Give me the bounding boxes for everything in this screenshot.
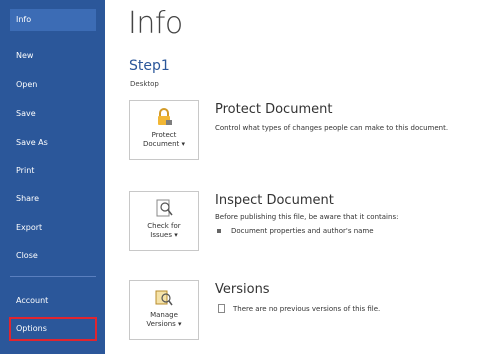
sidebar-divider	[10, 276, 96, 277]
inspect-bullet-text: Document properties and author's name	[231, 227, 374, 235]
sidebar-item-info[interactable]: Info	[10, 9, 96, 31]
check-for-issues-button[interactable]: Check for Issues ▾	[129, 191, 199, 251]
backstage-sidebar: Info New Open Save Save As Print Share E…	[0, 0, 105, 354]
document-name: Step1	[129, 58, 170, 74]
bullet-icon	[217, 229, 221, 233]
document-icon	[218, 304, 225, 313]
lock-icon	[158, 108, 172, 125]
document-path: Desktop	[130, 80, 159, 88]
page-title: Info	[128, 6, 183, 41]
sidebar-item-account[interactable]: Account	[10, 290, 96, 312]
sidebar-item-save[interactable]: Save	[10, 103, 96, 125]
sidebar-item-new[interactable]: New	[10, 45, 96, 67]
sidebar-item-close[interactable]: Close	[10, 245, 96, 267]
protect-document-description: Control what types of changes people can…	[215, 124, 449, 132]
sidebar-item-share[interactable]: Share	[10, 188, 96, 210]
manage-versions-icon	[155, 290, 173, 306]
check-for-issues-button-label: Check for Issues ▾	[147, 222, 181, 239]
sidebar-item-export[interactable]: Export	[10, 217, 96, 239]
manage-versions-button[interactable]: Manage Versions ▾	[129, 280, 199, 340]
protect-document-title: Protect Document	[215, 102, 333, 117]
sidebar-item-options[interactable]: Options	[9, 317, 97, 341]
inspect-document-title: Inspect Document	[215, 193, 334, 208]
inspect-bullet-item: Document properties and author's name	[217, 227, 374, 235]
protect-document-button-label: Protect Document ▾	[142, 131, 185, 148]
sidebar-item-open[interactable]: Open	[10, 74, 96, 96]
sidebar-item-print[interactable]: Print	[10, 160, 96, 182]
versions-description: There are no previous versions of this f…	[233, 305, 381, 313]
sidebar-item-save-as[interactable]: Save As	[10, 132, 96, 154]
protect-document-button[interactable]: Protect Document ▾	[129, 100, 199, 160]
inspect-document-icon	[156, 199, 173, 217]
inspect-document-description: Before publishing this file, be aware th…	[215, 213, 399, 221]
versions-title: Versions	[215, 282, 270, 297]
manage-versions-button-label: Manage Versions ▾	[146, 311, 182, 328]
